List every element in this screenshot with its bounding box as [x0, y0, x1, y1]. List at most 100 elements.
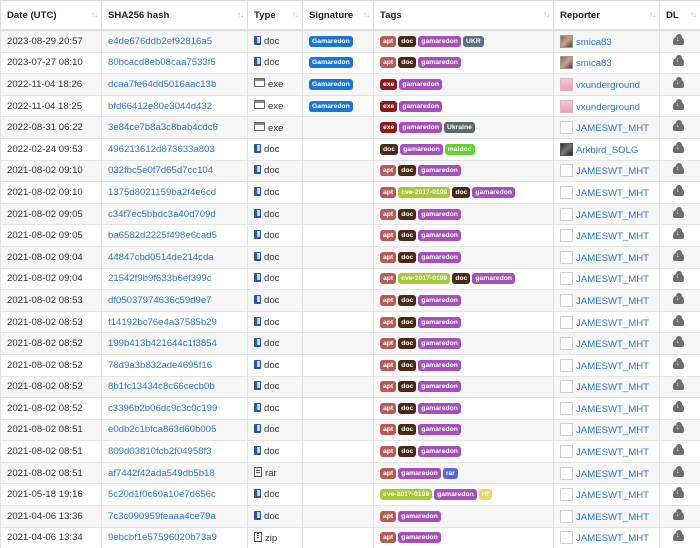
reporter-link[interactable]: JAMESWT_MHT — [576, 533, 649, 544]
table-row[interactable]: 2021-08-02 08:53 df05037974636c59d9e7 doc a… — [0, 289, 700, 312]
sha256-link[interactable]: 44847cbd0514de214cda — [108, 252, 241, 263]
tag-badge[interactable]: gamaredon — [399, 100, 442, 112]
tag-badge[interactable]: doc — [398, 230, 417, 242]
reporter-link[interactable]: JAMESWT_MHT — [576, 188, 649, 199]
tag-badge[interactable]: gamaredon — [418, 251, 461, 263]
table-row[interactable]: 2021-08-02 09:10 032fbc5e0f7d65d7cc104 doc… — [0, 159, 700, 183]
table-row[interactable]: 2023-08-29 20:57 e4de676ddb2ef92816a5 doc G… — [0, 29, 700, 53]
tag-badge[interactable]: apt — [380, 402, 397, 414]
tag-badge[interactable]: apt — [380, 230, 397, 242]
tag-badge[interactable]: apt — [380, 35, 397, 47]
table-row[interactable]: 2022-08-31 06:22 3e84ce7b8a3c8bab4cdc6 exe… — [0, 116, 700, 139]
sort-icon[interactable]: ↑↓ — [91, 10, 98, 19]
table-row[interactable]: 2022-11-04 18:25 bfd66412e80e3044d432 exe G… — [0, 94, 700, 118]
column-header-dl[interactable]: DL ↑↓ — [659, 0, 700, 31]
sort-icon[interactable]: ↑↓ — [690, 10, 697, 19]
reporter-link[interactable]: JAMESWT_MHT — [576, 318, 649, 329]
download-cloud-icon[interactable] — [673, 292, 684, 304]
tag-badge[interactable]: apt — [380, 251, 397, 263]
download-cloud-icon[interactable] — [673, 530, 684, 542]
tag-badge[interactable]: doc — [380, 143, 399, 155]
reporter-link[interactable]: JAMESWT_MHT — [576, 404, 649, 415]
download-cloud-icon[interactable] — [673, 465, 684, 477]
column-header-tags[interactable]: Tags ↑↓ — [373, 0, 554, 31]
tag-badge[interactable]: doc — [398, 402, 417, 414]
column-header-type[interactable]: Type ↑↓ — [247, 0, 303, 31]
sort-icon[interactable]: ↑↓ — [292, 10, 299, 19]
table-row[interactable]: 2021-04-06 13:34 9ebcbf1e57596020b73a9 zip… — [0, 526, 700, 548]
sha256-link[interactable]: 1375d8021159ba2f4e6cd — [108, 187, 241, 198]
tag-badge[interactable]: cve-2017-0199 — [398, 273, 451, 285]
tag-badge[interactable]: cve-2017-0199 — [398, 186, 451, 198]
tag-badge[interactable]: gamaredon — [418, 381, 461, 393]
tag-badge[interactable]: doc — [398, 338, 417, 350]
tag-badge[interactable]: gamaredon — [418, 165, 461, 177]
tag-badge[interactable]: doc — [398, 381, 417, 393]
table-row[interactable]: 2021-08-02 08:52 8b1fc13434c8c66cecb0b doc… — [0, 375, 700, 399]
sha256-link[interactable]: 496213612d873633a803 — [108, 144, 241, 155]
sha256-link[interactable]: 199b413b421644c1f3854 — [108, 338, 241, 349]
tag-badge[interactable]: rtf — [478, 489, 492, 501]
tag-badge[interactable]: apt — [380, 424, 397, 436]
tag-badge[interactable]: maldoc — [444, 143, 475, 155]
download-cloud-icon[interactable] — [673, 228, 684, 240]
download-cloud-icon[interactable] — [673, 98, 684, 110]
sha256-link[interactable]: c3396b2b06dc9c3c0c199 — [108, 403, 241, 414]
sha256-link[interactable]: c34f7ec5bbdc3a40d709d — [108, 209, 241, 220]
download-cloud-icon[interactable] — [673, 336, 684, 348]
sha256-link[interactable]: 3e84ce7b8a3c8bab4cdc6 — [108, 122, 241, 133]
signature-badge[interactable]: Gamaredon — [309, 78, 353, 90]
tag-badge[interactable]: doc — [452, 186, 471, 198]
tag-badge[interactable]: apt — [380, 316, 397, 328]
tag-badge[interactable]: doc — [398, 57, 417, 69]
tag-badge[interactable]: exe — [380, 78, 398, 90]
download-cloud-icon[interactable] — [673, 357, 684, 369]
table-row[interactable]: 2021-08-02 09:05 ba6582d2225f498e6cad5 doc… — [0, 224, 700, 247]
download-cloud-icon[interactable] — [673, 379, 684, 391]
tag-badge[interactable]: gamaredon — [472, 186, 516, 198]
sha256-link[interactable]: af7442f42ada549db5b18 — [108, 468, 241, 479]
tag-badge[interactable]: gamaredon — [418, 230, 461, 242]
tag-badge[interactable]: apt — [380, 57, 397, 69]
sha256-link[interactable]: 78d9a3b832ade4695f16 — [108, 360, 241, 371]
reporter-link[interactable]: vxunderground — [576, 102, 640, 113]
reporter-link[interactable]: Arkbird_SOLG — [576, 145, 638, 156]
table-row[interactable]: 2021-08-02 08:52 199b413b421644c1f3854 doc… — [0, 332, 700, 355]
table-row[interactable]: 2022-11-04 18:26 dcaa7fe64dd5016aac13b exe… — [0, 73, 700, 96]
tag-badge[interactable]: doc — [398, 165, 417, 177]
tag-badge[interactable]: gamaredon — [418, 35, 461, 47]
download-cloud-icon[interactable] — [673, 314, 684, 326]
reporter-link[interactable]: JAMESWT_MHT — [576, 123, 649, 134]
tag-badge[interactable]: gamaredon — [418, 208, 461, 220]
tag-badge[interactable]: doc — [398, 294, 417, 306]
reporter-link[interactable]: JAMESWT_MHT — [576, 339, 649, 350]
tag-badge[interactable]: UKR — [462, 35, 484, 47]
table-row[interactable]: 2021-08-02 08:51 e0db2c1bfca863d60b005 doc… — [0, 418, 700, 442]
download-cloud-icon[interactable] — [673, 184, 684, 196]
tag-badge[interactable]: gamaredon — [418, 57, 461, 69]
tag-badge[interactable]: exe — [380, 122, 398, 134]
column-header-date[interactable]: Date (UTC) ↑↓ — [0, 0, 102, 31]
tag-badge[interactable]: doc — [398, 251, 417, 263]
column-header-reporter[interactable]: Reporter ↑↓ — [553, 0, 660, 31]
download-cloud-icon[interactable] — [673, 422, 684, 434]
tag-badge[interactable]: apt — [380, 186, 397, 198]
sha256-link[interactable]: e4de676ddb2ef92816a5 — [108, 36, 241, 47]
reporter-link[interactable]: JAMESWT_MHT — [576, 490, 649, 501]
table-row[interactable]: 2021-08-02 08:53 f14192bc76e4a37585b29 doc… — [0, 310, 700, 334]
tag-badge[interactable]: exe — [380, 100, 398, 112]
tag-badge[interactable]: gamaredon — [399, 122, 442, 134]
column-header-hash[interactable]: SHA256 hash ↑↓ — [101, 0, 248, 31]
reporter-link[interactable]: JAMESWT_MHT — [576, 253, 649, 264]
tag-badge[interactable]: doc — [398, 208, 417, 220]
tag-badge[interactable]: gamaredon — [418, 424, 461, 436]
table-row[interactable]: 2021-08-02 09:04 44847cbd0514de214cda doc a… — [0, 245, 700, 269]
sha256-link[interactable]: 9ebcbf1e57596020b73a9 — [108, 532, 241, 543]
reporter-link[interactable]: smica83 — [576, 37, 612, 48]
reporter-link[interactable]: JAMESWT_MHT — [576, 425, 649, 436]
tag-badge[interactable]: doc — [398, 35, 417, 47]
table-row[interactable]: 2021-08-02 08:52 c3396b2b06dc9c3c0c199 doc… — [0, 397, 700, 420]
reporter-link[interactable]: JAMESWT_MHT — [576, 210, 649, 221]
table-row[interactable]: 2021-05-18 19:16 5c20d1f0c60a10e7d656c doc… — [0, 483, 700, 507]
table-row[interactable]: 2021-08-02 09:04 21542f9b9f633b6ef399c doc… — [0, 267, 700, 291]
